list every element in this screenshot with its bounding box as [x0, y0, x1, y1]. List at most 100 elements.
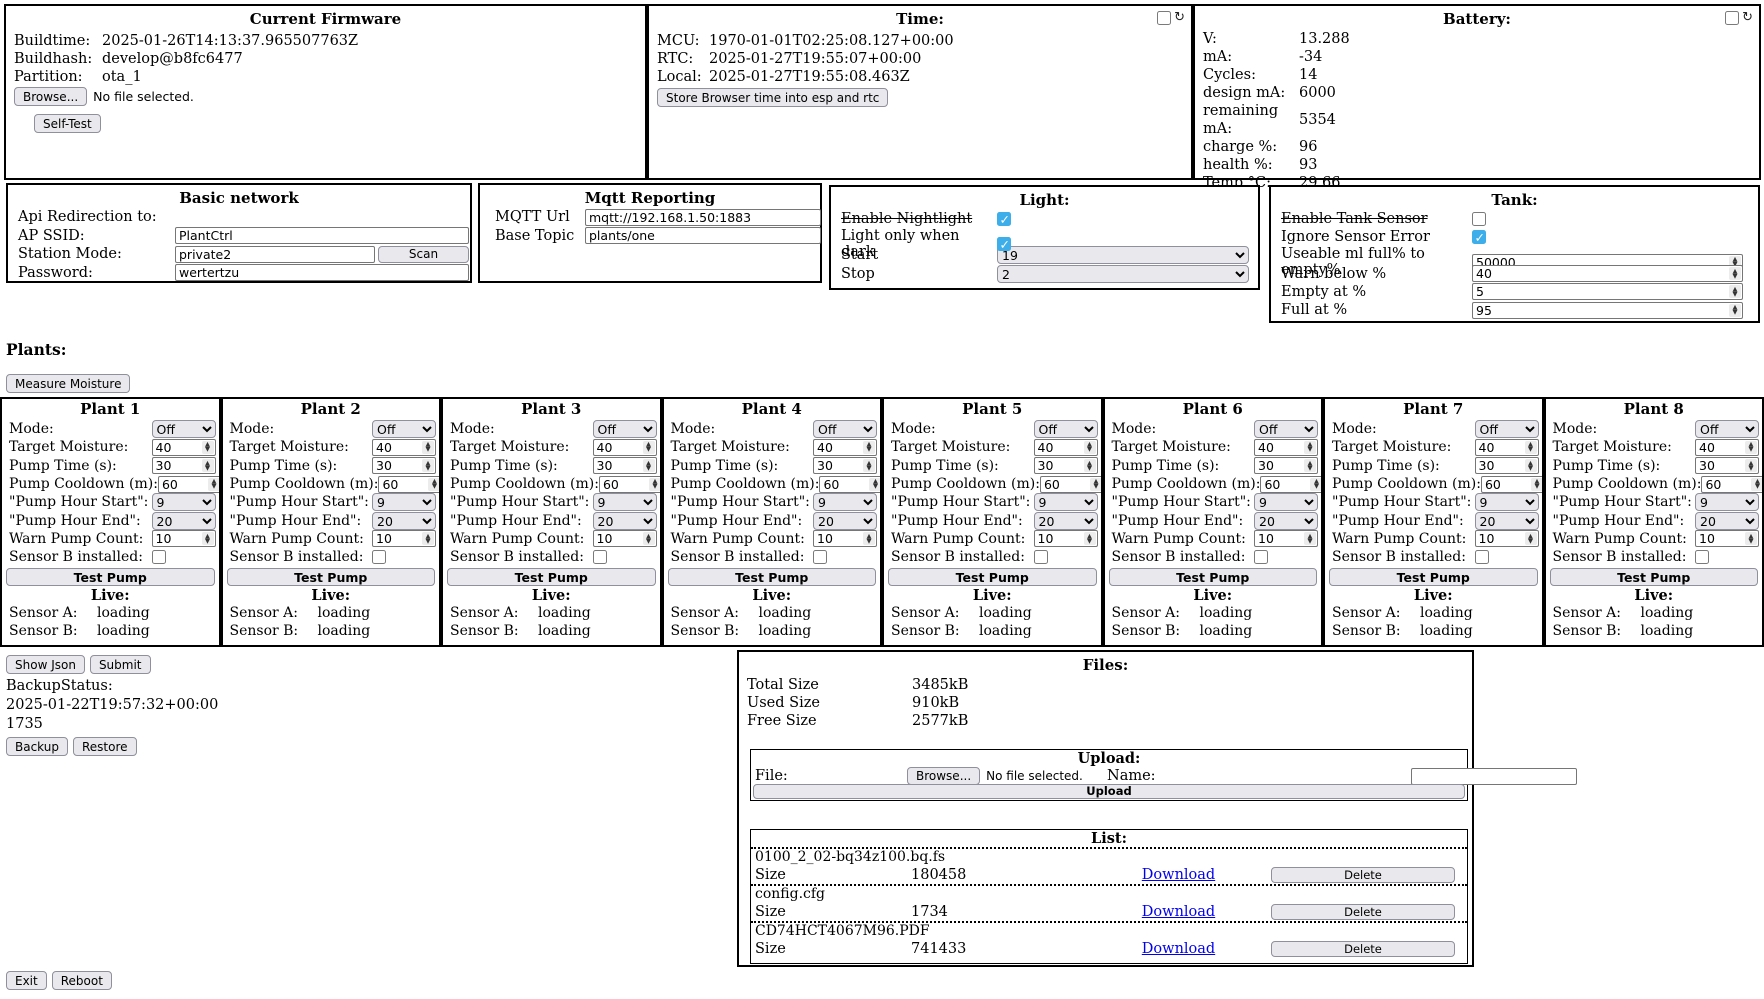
warn-pump-count-input[interactable] — [814, 531, 863, 546]
pump-cooldown-input[interactable] — [379, 477, 428, 492]
sensor-b-checkbox[interactable] — [1475, 550, 1489, 564]
pump-hour-end-select[interactable]: 20 — [1475, 512, 1539, 530]
tank-sensor-checkbox[interactable] — [1472, 212, 1486, 226]
target-moisture-input[interactable] — [814, 440, 863, 455]
pump-cooldown-input[interactable] — [820, 477, 869, 492]
pump-hour-start-select[interactable]: 9 — [372, 493, 436, 511]
spinner-icon[interactable] — [643, 441, 655, 454]
pump-time-input[interactable] — [1255, 458, 1304, 473]
spinner-icon[interactable] — [202, 532, 214, 545]
pump-time-input[interactable] — [594, 458, 643, 473]
spinner-icon[interactable] — [649, 478, 661, 491]
mode-select[interactable]: Off — [593, 420, 657, 438]
target-moisture-input[interactable] — [1696, 440, 1745, 455]
spinner-icon[interactable] — [1745, 459, 1757, 472]
light-stop-select[interactable]: 2 — [997, 265, 1249, 283]
spinner-icon[interactable] — [1304, 459, 1316, 472]
test-pump-button[interactable]: Test Pump — [447, 568, 656, 586]
spinner-icon[interactable] — [643, 459, 655, 472]
pump-hour-end-select[interactable]: 20 — [1034, 512, 1098, 530]
mode-select[interactable]: Off — [813, 420, 877, 438]
pump-time-input[interactable] — [1035, 458, 1084, 473]
sensor-b-checkbox[interactable] — [1254, 550, 1268, 564]
target-moisture-input[interactable] — [153, 440, 202, 455]
warn-below-input[interactable] — [1473, 266, 1729, 281]
spinner-icon[interactable] — [422, 441, 434, 454]
upload-name-input[interactable] — [1411, 768, 1577, 785]
sensor-b-checkbox[interactable] — [1034, 550, 1048, 564]
spinner-icon[interactable] — [1304, 441, 1316, 454]
sensor-b-checkbox[interactable] — [372, 550, 386, 564]
spinner-icon[interactable] — [1729, 285, 1741, 298]
spinner-icon[interactable] — [863, 441, 875, 454]
selftest-button[interactable]: Self-Test — [34, 114, 101, 133]
pump-cooldown-input[interactable] — [1261, 477, 1310, 492]
firmware-browse-button[interactable]: Browse... — [14, 87, 87, 106]
spinner-icon[interactable] — [1729, 267, 1741, 280]
pump-hour-end-select[interactable]: 20 — [152, 512, 216, 530]
warn-pump-count-input[interactable] — [373, 531, 422, 546]
ignore-sensor-error-checkbox[interactable] — [1472, 230, 1486, 244]
test-pump-button[interactable]: Test Pump — [1109, 568, 1318, 586]
spinner-icon[interactable] — [863, 459, 875, 472]
refresh-icon[interactable]: ↻ — [1742, 11, 1753, 25]
sensor-b-checkbox[interactable] — [152, 550, 166, 564]
warn-pump-count-input[interactable] — [1476, 531, 1525, 546]
target-moisture-input[interactable] — [594, 440, 643, 455]
download-link[interactable]: Download — [1142, 867, 1215, 883]
spinner-icon[interactable] — [1525, 441, 1537, 454]
spinner-icon[interactable] — [1084, 441, 1096, 454]
spinner-icon[interactable] — [422, 459, 434, 472]
exit-button[interactable]: Exit — [6, 971, 47, 990]
download-link[interactable]: Download — [1142, 904, 1215, 920]
show-json-button[interactable]: Show Json — [6, 655, 85, 674]
pump-cooldown-input[interactable] — [1482, 477, 1531, 492]
spinner-icon[interactable] — [422, 532, 434, 545]
warn-pump-count-input[interactable] — [1696, 531, 1745, 546]
pump-cooldown-input[interactable] — [1041, 477, 1090, 492]
spinner-icon[interactable] — [1745, 441, 1757, 454]
spinner-icon[interactable] — [428, 478, 440, 491]
password-input[interactable] — [175, 264, 469, 281]
pump-hour-start-select[interactable]: 9 — [1695, 493, 1759, 511]
spinner-icon[interactable] — [643, 532, 655, 545]
pump-time-input[interactable] — [814, 458, 863, 473]
delete-button[interactable]: Delete — [1271, 904, 1455, 920]
delete-button[interactable]: Delete — [1271, 941, 1455, 957]
spinner-icon[interactable] — [1304, 532, 1316, 545]
test-pump-button[interactable]: Test Pump — [1329, 568, 1538, 586]
pump-hour-start-select[interactable]: 9 — [1254, 493, 1318, 511]
test-pump-button[interactable]: Test Pump — [668, 568, 877, 586]
mode-select[interactable]: Off — [1475, 420, 1539, 438]
warn-pump-count-input[interactable] — [594, 531, 643, 546]
empty-at-input[interactable] — [1473, 284, 1729, 299]
sensor-b-checkbox[interactable] — [813, 550, 827, 564]
target-moisture-input[interactable] — [1476, 440, 1525, 455]
pump-cooldown-input[interactable] — [1702, 477, 1751, 492]
spinner-icon[interactable] — [1525, 532, 1537, 545]
warn-pump-count-input[interactable] — [1255, 531, 1304, 546]
pump-hour-end-select[interactable]: 20 — [593, 512, 657, 530]
target-moisture-input[interactable] — [1035, 440, 1084, 455]
sensor-b-checkbox[interactable] — [593, 550, 607, 564]
test-pump-button[interactable]: Test Pump — [888, 568, 1097, 586]
scan-button[interactable]: Scan — [378, 246, 469, 263]
spinner-icon[interactable] — [202, 459, 214, 472]
spinner-icon[interactable] — [863, 532, 875, 545]
sensor-b-checkbox[interactable] — [1695, 550, 1709, 564]
pump-time-input[interactable] — [1696, 458, 1745, 473]
time-auto-refresh-checkbox[interactable] — [1157, 11, 1171, 25]
spinner-icon[interactable] — [1084, 532, 1096, 545]
spinner-icon[interactable] — [1084, 459, 1096, 472]
target-moisture-input[interactable] — [373, 440, 422, 455]
pump-hour-start-select[interactable]: 9 — [1034, 493, 1098, 511]
warn-pump-count-input[interactable] — [153, 531, 202, 546]
spinner-icon[interactable] — [1525, 459, 1537, 472]
pump-cooldown-input[interactable] — [159, 477, 208, 492]
spinner-icon[interactable] — [1531, 478, 1543, 491]
pump-cooldown-input[interactable] — [600, 477, 649, 492]
reboot-button[interactable]: Reboot — [52, 971, 112, 990]
test-pump-button[interactable]: Test Pump — [227, 568, 436, 586]
spinner-icon[interactable] — [202, 441, 214, 454]
light-only-dark-checkbox[interactable] — [997, 237, 1011, 251]
